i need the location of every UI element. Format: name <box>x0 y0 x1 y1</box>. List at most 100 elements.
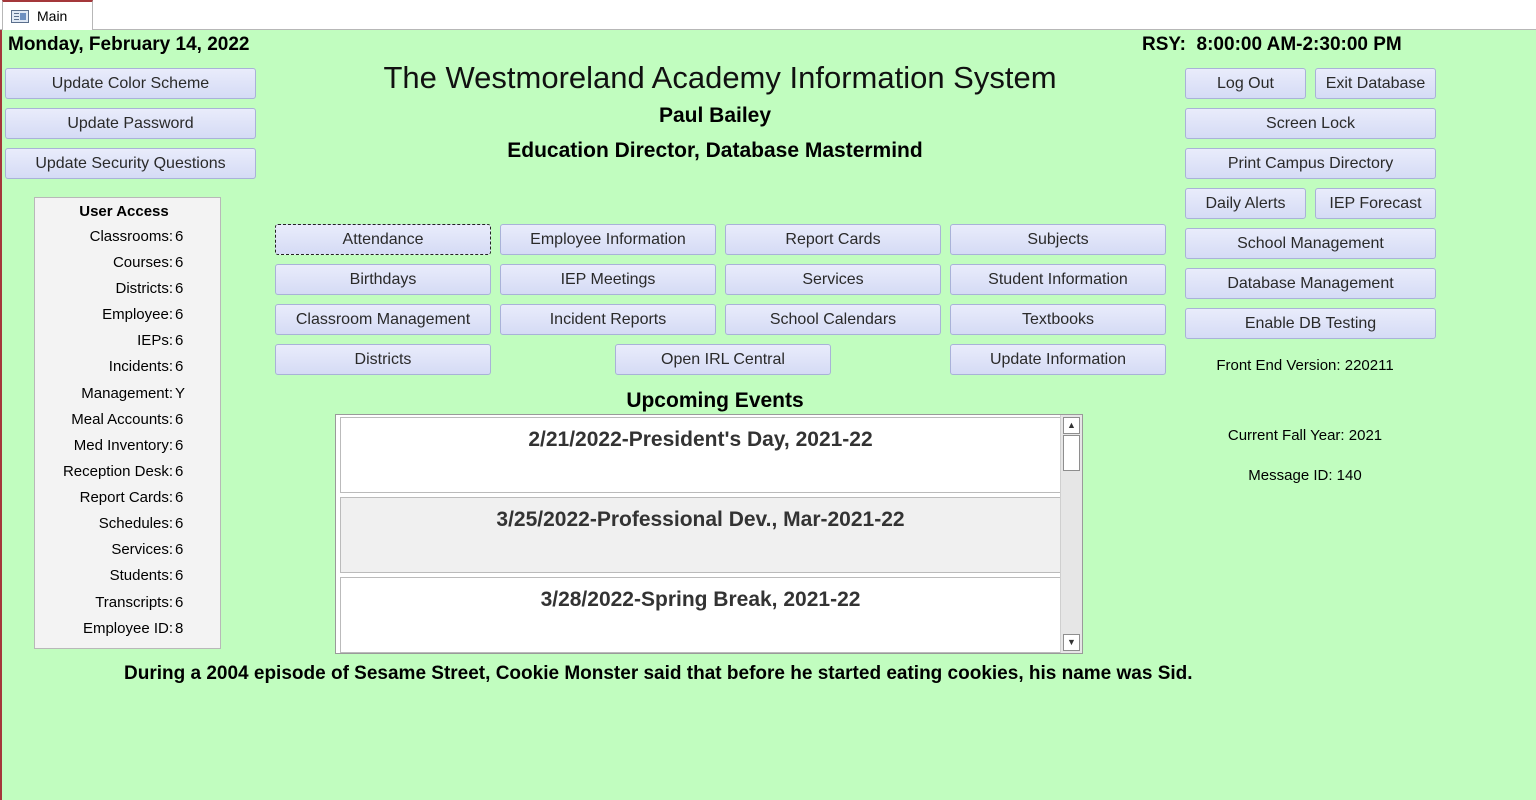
trivia-message: During a 2004 episode of Sesame Street, … <box>124 663 1193 684</box>
access-value: 6 <box>175 228 184 245</box>
access-label: Employee ID: <box>82 620 173 637</box>
print-campus-directory-button[interactable]: Print Campus Directory <box>1185 148 1436 179</box>
screen-lock-button[interactable]: Screen Lock <box>1185 108 1436 139</box>
school-calendars-button[interactable]: School Calendars <box>725 304 941 335</box>
services-button[interactable]: Services <box>725 264 941 295</box>
event-item[interactable]: 2/21/2022-President's Day, 2021-22 <box>340 417 1061 493</box>
events-scrollbar[interactable]: ▲ ▼ <box>1060 415 1082 653</box>
access-row: Services: 6 <box>35 541 221 561</box>
access-value: 6 <box>175 306 184 323</box>
user-name: Paul Bailey <box>658 104 772 127</box>
textbooks-button[interactable]: Textbooks <box>950 304 1166 335</box>
front-end-version: Front End Version: 220211 <box>1216 357 1394 374</box>
subjects-button[interactable]: Subjects <box>950 224 1166 255</box>
access-label: Districts: <box>115 280 174 297</box>
scroll-down-arrow-icon[interactable]: ▼ <box>1063 634 1080 651</box>
access-value: 6 <box>175 541 184 558</box>
access-row: Reception Desk: 6 <box>35 463 221 483</box>
access-value: 6 <box>175 280 184 297</box>
access-value: 6 <box>175 332 184 349</box>
access-row: Transcripts: 6 <box>35 594 221 614</box>
iep-forecast-button[interactable]: IEP Forecast <box>1315 188 1436 219</box>
user-role: Education Director, Database Mastermind <box>507 139 923 162</box>
access-row: Report Cards: 6 <box>35 489 221 509</box>
document-tab-bar: Main <box>0 0 1536 30</box>
access-label: Employee: <box>102 306 173 323</box>
user-access-title: User Access <box>79 203 169 220</box>
access-row: Employee: 6 <box>35 306 221 326</box>
database-management-button[interactable]: Database Management <box>1185 268 1436 299</box>
access-label: Meal Accounts: <box>71 411 173 428</box>
daily-alerts-button[interactable]: Daily Alerts <box>1185 188 1306 219</box>
access-value: Y <box>175 385 186 402</box>
access-value: 6 <box>175 489 184 506</box>
incident-reports-button[interactable]: Incident Reports <box>500 304 716 335</box>
access-row: Management: Y <box>35 385 221 405</box>
current-date: Monday, February 14, 2022 <box>8 34 250 55</box>
log-out-button[interactable]: Log Out <box>1185 68 1306 99</box>
access-label: Management: <box>81 385 173 402</box>
access-label: Report Cards: <box>79 489 173 506</box>
access-value: 6 <box>175 463 184 480</box>
access-row: Districts: 6 <box>35 280 221 300</box>
access-label: Med Inventory: <box>73 437 173 454</box>
access-row: Classrooms: 6 <box>35 228 221 248</box>
tab-main-label: Main <box>37 8 68 24</box>
access-row: Students: 6 <box>35 567 221 587</box>
exit-database-button[interactable]: Exit Database <box>1315 68 1436 99</box>
scroll-thumb[interactable] <box>1063 435 1080 471</box>
access-label: Schedules: <box>98 515 173 532</box>
access-label: Classrooms: <box>89 228 173 245</box>
classroom-management-button[interactable]: Classroom Management <box>275 304 491 335</box>
message-id: Message ID: 140 <box>1248 467 1362 484</box>
event-item[interactable]: 3/25/2022-Professional Dev., Mar-2021-22 <box>340 497 1061 573</box>
attendance-button[interactable]: Attendance <box>275 224 491 255</box>
rsy-schedule: RSY: 8:00:00 AM-2:30:00 PM <box>1142 34 1402 55</box>
school-management-button[interactable]: School Management <box>1185 228 1436 259</box>
upcoming-events-title: Upcoming Events <box>626 389 804 412</box>
access-value: 6 <box>175 594 184 611</box>
upcoming-events-list[interactable]: 2/21/2022-President's Day, 2021-22 3/25/… <box>335 414 1083 654</box>
scroll-up-arrow-icon[interactable]: ▲ <box>1063 417 1080 434</box>
user-access-panel: User Access Classrooms: 6 Courses: 6 Distr… <box>34 197 221 649</box>
access-row: Courses: 6 <box>35 254 221 274</box>
access-label: IEPs: <box>137 332 173 349</box>
access-row: IEPs: 6 <box>35 332 221 352</box>
access-label: Students: <box>109 567 173 584</box>
access-value: 6 <box>175 515 184 532</box>
access-value: 6 <box>175 411 184 428</box>
access-value: 6 <box>175 254 184 271</box>
update-password-button[interactable]: Update Password <box>5 108 256 139</box>
access-value: 6 <box>175 567 184 584</box>
report-cards-button[interactable]: Report Cards <box>725 224 941 255</box>
update-information-button[interactable]: Update Information <box>950 344 1166 375</box>
access-value: 6 <box>175 437 184 454</box>
access-row: Meal Accounts: 6 <box>35 411 221 431</box>
form-icon <box>11 9 29 23</box>
access-label: Courses: <box>112 254 173 271</box>
current-fall-year: Current Fall Year: 2021 <box>1227 427 1383 444</box>
access-label: Reception Desk: <box>62 463 173 480</box>
iep-meetings-button[interactable]: IEP Meetings <box>500 264 716 295</box>
access-value: 6 <box>175 358 184 375</box>
access-row: Incidents: 6 <box>35 358 221 378</box>
access-row: Med Inventory: 6 <box>35 437 221 457</box>
event-item[interactable]: 3/28/2022-Spring Break, 2021-22 <box>340 577 1061 653</box>
access-row: Schedules: 6 <box>35 515 221 535</box>
employee-information-button[interactable]: Employee Information <box>500 224 716 255</box>
open-irl-central-button[interactable]: Open IRL Central <box>615 344 831 375</box>
enable-db-testing-button[interactable]: Enable DB Testing <box>1185 308 1436 339</box>
window-left-edge <box>0 30 2 800</box>
access-value: 8 <box>175 620 184 637</box>
access-row: Employee ID: 8 <box>35 620 221 640</box>
update-color-scheme-button[interactable]: Update Color Scheme <box>5 68 256 99</box>
districts-button[interactable]: Districts <box>275 344 491 375</box>
page-title: The Westmoreland Academy Information Sys… <box>383 60 1057 95</box>
access-label: Incidents: <box>108 358 173 375</box>
student-information-button[interactable]: Student Information <box>950 264 1166 295</box>
tab-main[interactable]: Main <box>2 0 93 30</box>
access-label: Transcripts: <box>95 594 173 611</box>
birthdays-button[interactable]: Birthdays <box>275 264 491 295</box>
update-security-questions-button[interactable]: Update Security Questions <box>5 148 256 179</box>
access-label: Services: <box>111 541 173 558</box>
